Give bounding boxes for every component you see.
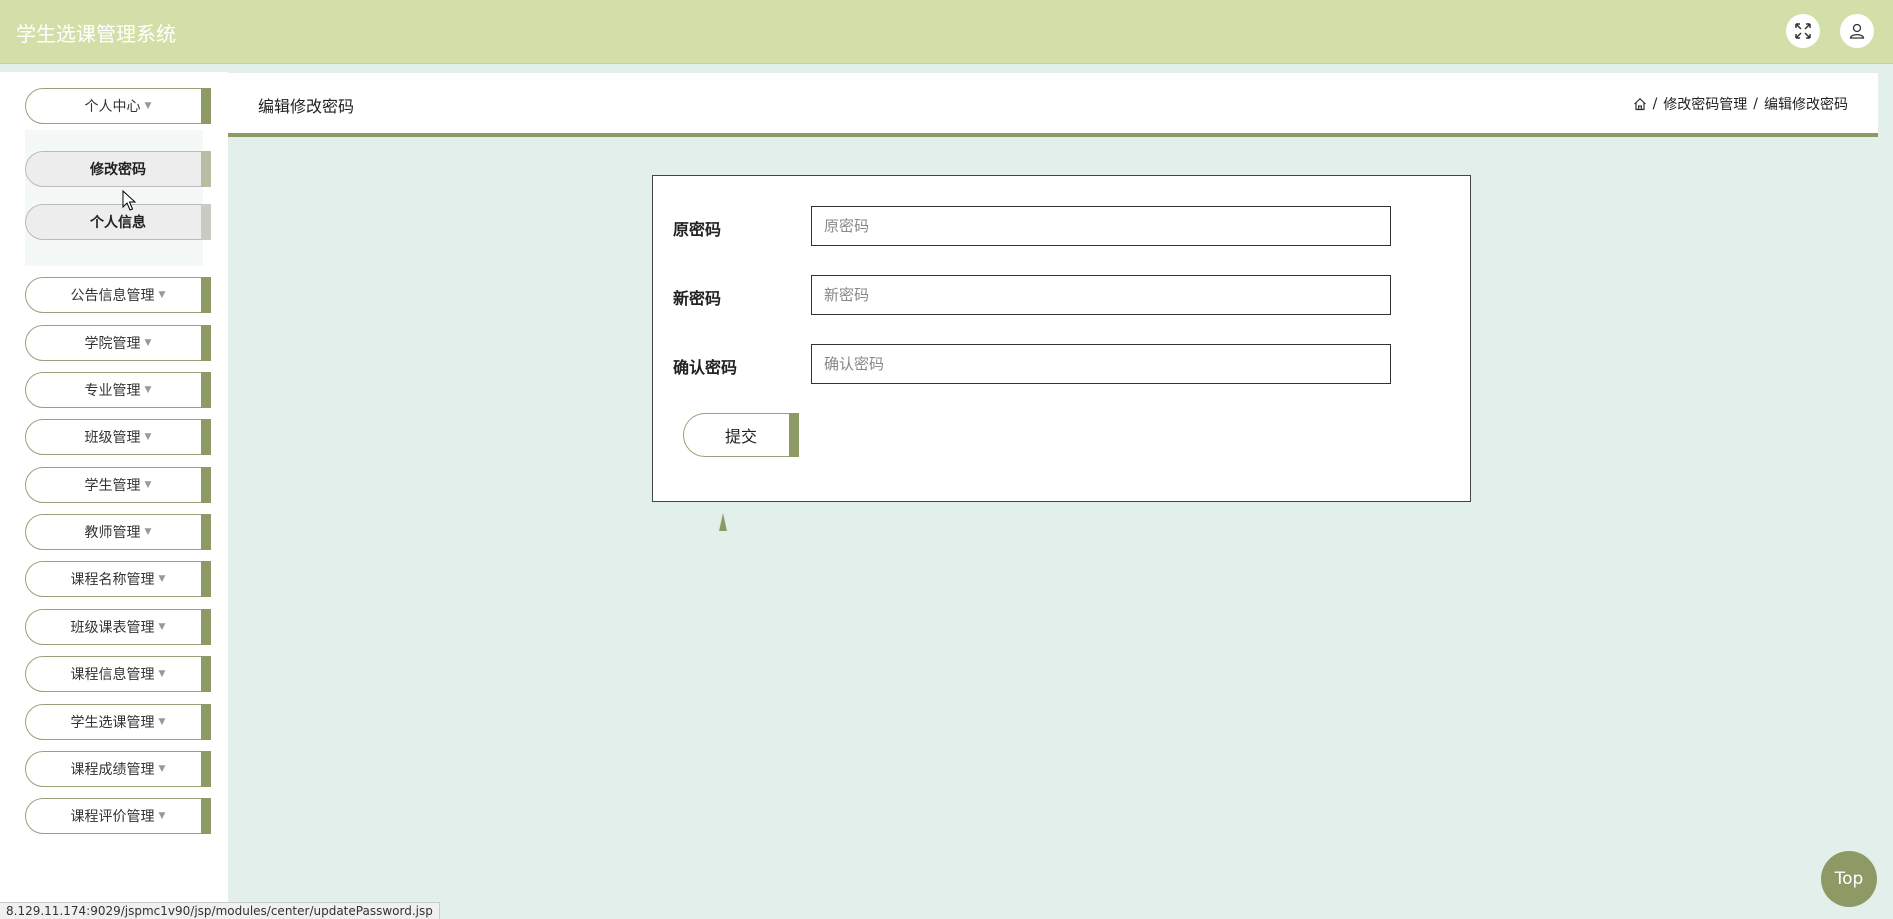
caret-down-icon: ▼ xyxy=(144,101,152,111)
old-password-input[interactable] xyxy=(811,206,1391,246)
sidebar-item-label: 课程名称管理 xyxy=(70,572,155,588)
sidebar-item-college-management[interactable]: 学院管理 ▼ xyxy=(25,325,211,361)
sidebar-item-course-name-management[interactable]: 课程名称管理 ▼ xyxy=(25,561,211,597)
caret-down-icon: ▼ xyxy=(144,527,152,537)
submit-button-label: 提交 xyxy=(724,427,757,446)
breadcrumb-separator: / xyxy=(1652,96,1658,112)
sidebar-item-label: 专业管理 xyxy=(84,383,141,399)
breadcrumb-level1[interactable]: 修改密码管理 xyxy=(1663,94,1747,114)
sidebar-item-label: 教师管理 xyxy=(84,525,141,541)
sidebar-item-label: 公告信息管理 xyxy=(70,288,155,304)
caret-down-icon: ▼ xyxy=(144,432,152,442)
user-button[interactable] xyxy=(1840,14,1874,48)
sidebar-item-grade-management[interactable]: 课程成绩管理 ▼ xyxy=(25,751,211,787)
caret-down-icon: ▼ xyxy=(158,764,166,774)
sidebar-item-notice-management[interactable]: 公告信息管理 ▼ xyxy=(25,277,211,313)
sidebar-item-label: 学生选课管理 xyxy=(70,715,155,731)
status-bar-url: 8.129.11.174:9029/jspmc1v90/jsp/modules/… xyxy=(0,902,440,919)
password-form: 原密码 新密码 确认密码 提交 xyxy=(652,175,1471,502)
submenu-item-label: 修改密码 xyxy=(90,162,146,178)
old-password-label: 原密码 xyxy=(673,220,722,239)
caret-down-icon: ▼ xyxy=(158,574,166,584)
sidebar-item-label: 课程信息管理 xyxy=(70,667,155,683)
sidebar-item-label: 课程评价管理 xyxy=(70,809,155,825)
sidebar-item-major-management[interactable]: 专业管理 ▼ xyxy=(25,372,211,408)
submenu-item-personal-info[interactable]: 个人信息 xyxy=(25,204,211,240)
sidebar-item-label: 学院管理 xyxy=(84,336,141,352)
sidebar-item-label: 学生管理 xyxy=(84,478,141,494)
confirm-password-input[interactable] xyxy=(811,344,1391,384)
caret-down-icon: ▼ xyxy=(158,669,166,679)
content-header: 编辑修改密码 / 修改密码管理 / 编辑修改密码 xyxy=(228,73,1878,137)
page-title: 编辑修改密码 xyxy=(258,97,355,116)
mouse-cursor-icon xyxy=(122,190,136,211)
sidebar-item-class-management[interactable]: 班级管理 ▼ xyxy=(25,419,211,455)
sidebar-item-label: 班级课表管理 xyxy=(70,620,155,636)
sidebar-item-label: 个人中心 xyxy=(84,99,141,115)
sidebar-item-personal-center[interactable]: 个人中心 ▼ xyxy=(25,88,211,124)
submit-button[interactable]: 提交 xyxy=(683,413,799,457)
sidebar-item-student-management[interactable]: 学生管理 ▼ xyxy=(25,467,211,503)
user-icon xyxy=(1849,23,1865,39)
caret-down-icon: ▼ xyxy=(158,290,166,300)
submenu-item-label: 个人信息 xyxy=(90,215,146,231)
sidebar-item-class-schedule-management[interactable]: 班级课表管理 ▼ xyxy=(25,609,211,645)
caret-down-icon: ▼ xyxy=(158,622,166,632)
back-to-top-button[interactable]: Top xyxy=(1821,851,1877,907)
caret-down-icon: ▼ xyxy=(158,811,166,821)
sidebar-item-label: 班级管理 xyxy=(84,430,141,446)
sidebar-item-course-selection-management[interactable]: 学生选课管理 ▼ xyxy=(25,704,211,740)
app-title: 学生选课管理系统 xyxy=(16,22,176,46)
breadcrumb: / 修改密码管理 / 编辑修改密码 xyxy=(1633,94,1848,114)
new-password-label: 新密码 xyxy=(673,289,722,308)
sidebar-item-label: 课程成绩管理 xyxy=(70,762,155,778)
decorative-marker xyxy=(719,513,727,531)
caret-down-icon: ▼ xyxy=(144,338,152,348)
breadcrumb-level2: 编辑修改密码 xyxy=(1764,97,1848,113)
new-password-input[interactable] xyxy=(811,275,1391,315)
caret-down-icon: ▼ xyxy=(158,717,166,727)
submenu-item-change-password[interactable]: 修改密码 xyxy=(25,151,211,187)
sidebar-item-teacher-management[interactable]: 教师管理 ▼ xyxy=(25,514,211,550)
expand-icon xyxy=(1795,23,1811,39)
home-icon[interactable] xyxy=(1633,97,1647,111)
confirm-password-label: 确认密码 xyxy=(673,358,738,377)
sidebar-item-course-info-management[interactable]: 课程信息管理 ▼ xyxy=(25,656,211,692)
caret-down-icon: ▼ xyxy=(144,385,152,395)
caret-down-icon: ▼ xyxy=(144,480,152,490)
sidebar-item-evaluation-management[interactable]: 课程评价管理 ▼ xyxy=(25,798,211,834)
top-bar: 学生选课管理系统 xyxy=(0,0,1893,64)
fullscreen-button[interactable] xyxy=(1786,14,1820,48)
breadcrumb-separator: / xyxy=(1753,96,1758,112)
